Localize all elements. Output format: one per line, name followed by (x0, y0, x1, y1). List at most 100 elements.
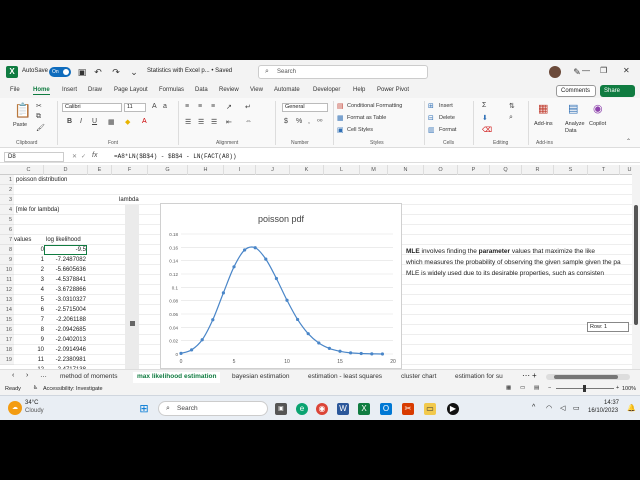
row-header[interactable]: 19 (0, 355, 14, 365)
column-header[interactable]: S (554, 165, 588, 175)
format-painter-icon[interactable]: 🖌 (36, 124, 45, 132)
value-cell[interactable]: 8 (14, 325, 44, 335)
conditional-formatting-button[interactable]: Conditional Formatting (347, 103, 402, 109)
row-header[interactable]: 6 (0, 225, 14, 235)
vertical-scrollbar[interactable] (632, 165, 640, 369)
borders-icon[interactable]: ▦ (108, 118, 115, 126)
worksheet-grid[interactable]: CDEFGHIJKLMNOPQRSTU 1 2 3 4 5 6 7 8 9 10 11 12 13 14 1… (0, 165, 632, 369)
row-header[interactable]: 16 (0, 325, 14, 335)
close-button[interactable]: ✕ (623, 66, 630, 75)
currency-icon[interactable]: $ (284, 118, 288, 125)
edge-icon[interactable]: e (296, 403, 308, 415)
snipping-tool-icon[interactable]: ✂ (402, 403, 414, 415)
chrome-icon[interactable]: ◉ (316, 403, 328, 415)
format-as-table-button[interactable]: Format as Table (347, 115, 386, 121)
comma-style-icon[interactable]: , (308, 118, 310, 125)
value-cell[interactable]: 1 (14, 255, 44, 265)
redo-icon[interactable]: ↷ (110, 66, 122, 78)
row-header[interactable]: 13 (0, 295, 14, 305)
menu-file[interactable]: File (10, 87, 20, 93)
column-header[interactable]: C (14, 165, 44, 175)
decrease-font-icon[interactable]: a (163, 103, 167, 110)
decimal-icon[interactable]: ⁰⁰ (317, 118, 323, 126)
volume-icon[interactable]: ◁ (560, 404, 565, 412)
value-cell[interactable]: 0 (14, 245, 44, 255)
next-sheet-icon[interactable]: › (26, 372, 28, 379)
sort-filter-icon[interactable]: ⇅ (509, 102, 515, 110)
log-likelihood-cell[interactable]: -4.5378841 (44, 275, 86, 285)
clear-icon[interactable]: ⌫ (482, 126, 492, 134)
autosave-toggle[interactable]: On (49, 67, 71, 77)
column-header[interactable]: Q (490, 165, 522, 175)
task-view-icon[interactable]: ▣ (275, 403, 287, 415)
search-input[interactable]: ⌕ Search (258, 65, 428, 79)
notifications-icon[interactable]: 🔔 (627, 404, 636, 412)
menu-review[interactable]: Review (219, 87, 239, 93)
formula-input[interactable]: =A8*LN($B$4) - $B$4 - LN(FACT(A8)) (114, 153, 236, 160)
menu-page-layout[interactable]: Page Layout (114, 87, 148, 93)
value-cell[interactable]: 10 (14, 345, 44, 355)
fill-color-icon[interactable]: ◆ (125, 118, 130, 126)
media-player-icon[interactable]: ▶ (447, 403, 459, 415)
column-header[interactable]: P (458, 165, 490, 175)
value-cell[interactable]: 3 (14, 275, 44, 285)
row-header[interactable]: 7 (0, 235, 14, 245)
column-header[interactable]: N (388, 165, 424, 175)
column-header[interactable]: T (588, 165, 620, 175)
merge-center-icon[interactable]: ⇔ (245, 118, 252, 125)
column-header[interactable]: D (44, 165, 88, 175)
analyze-data-button[interactable]: Analyze Data (565, 121, 587, 135)
increase-font-icon[interactable]: A (152, 103, 157, 110)
row-header[interactable]: 8 (0, 245, 14, 255)
align-top-icon[interactable]: ≡ (185, 103, 189, 110)
value-cell[interactable]: 4 (14, 285, 44, 295)
horizontal-scrollbar-thumb[interactable] (554, 375, 618, 379)
cell-d7-log-likelihood[interactable]: log likelihood (46, 235, 81, 245)
log-likelihood-cell[interactable]: -3.0310327 (44, 295, 86, 305)
add-ins-button[interactable]: Add-ins (534, 121, 553, 127)
vertical-scrollbar-thumb[interactable] (634, 205, 638, 325)
more-tabs-icon[interactable]: ⋯ (522, 371, 530, 380)
column-header[interactable]: U (620, 165, 632, 175)
zoom-out-icon[interactable]: − (548, 385, 551, 391)
row-header[interactable]: 17 (0, 335, 14, 345)
wrap-text-icon[interactable]: ↵ (245, 103, 251, 111)
log-likelihood-cell[interactable]: -2.0942685 (44, 325, 86, 335)
align-bottom-icon[interactable]: ≡ (211, 103, 215, 110)
menu-data[interactable]: Data (195, 87, 208, 93)
indent-icon[interactable]: ⇤ (226, 118, 232, 126)
percent-icon[interactable]: % (296, 118, 302, 125)
font-size-select[interactable]: 11 (124, 103, 146, 112)
log-likelihood-cell[interactable]: -2.2380981 (44, 355, 86, 365)
row-header[interactable]: 14 (0, 305, 14, 315)
zoom-level[interactable]: 100% (622, 386, 636, 392)
lambda-scrollbar[interactable] (125, 205, 139, 369)
align-middle-icon[interactable]: ≡ (198, 103, 202, 110)
column-header[interactable]: H (188, 165, 224, 175)
cancel-formula-icon[interactable]: ✕ (72, 153, 77, 160)
underline-icon[interactable]: U (92, 118, 97, 125)
cell-c4[interactable]: [mle for lambda) (16, 205, 59, 215)
column-header[interactable]: K (290, 165, 324, 175)
row-header[interactable]: 11 (0, 275, 14, 285)
log-likelihood-cell[interactable]: -3.6728866 (44, 285, 86, 295)
lambda-scrollbar-thumb[interactable] (130, 321, 135, 326)
row-header[interactable]: 2 (0, 185, 14, 195)
column-header[interactable]: L (324, 165, 360, 175)
name-box[interactable]: D8 (4, 152, 64, 162)
clipboard-icon[interactable]: 📋 (14, 102, 31, 119)
find-select-icon[interactable]: ⌕ (509, 114, 513, 122)
column-header[interactable]: E (88, 165, 112, 175)
zoom-in-icon[interactable]: + (616, 385, 619, 391)
battery-icon[interactable]: ▭ (573, 404, 580, 412)
menu-view[interactable]: View (250, 87, 263, 93)
log-likelihood-cell[interactable]: -2.2061188 (44, 315, 86, 325)
font-color-icon[interactable]: A (142, 118, 147, 125)
value-cell[interactable]: 11 (14, 355, 44, 365)
row-header[interactable]: 5 (0, 215, 14, 225)
log-likelihood-cell[interactable]: -2.0402013 (44, 335, 86, 345)
format-cells-button[interactable]: Format (439, 127, 456, 133)
italic-icon[interactable]: I (80, 118, 82, 125)
minimize-button[interactable]: — (582, 66, 590, 75)
cell-c7-values[interactable]: values (14, 235, 31, 245)
